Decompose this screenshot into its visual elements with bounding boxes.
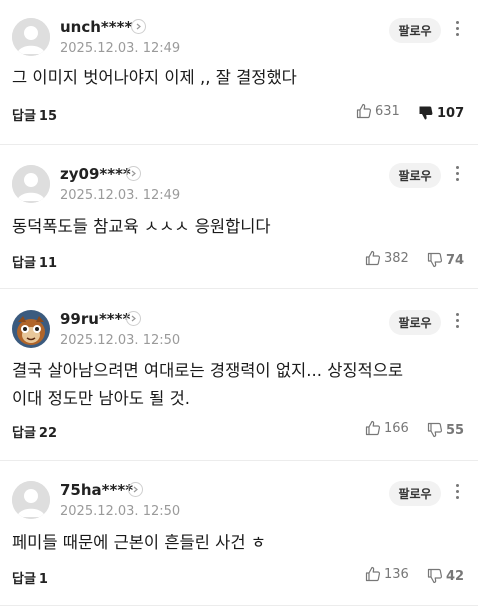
reply-button[interactable]: 답글 22 xyxy=(12,422,57,441)
comment-text: 그 이미지 벗어나야지 이제 ,, 잘 결정했다 xyxy=(12,68,297,87)
profile-chevron-icon[interactable] xyxy=(131,19,146,34)
dislike-count: 107 xyxy=(437,105,465,121)
like-button[interactable]: 166 xyxy=(365,420,409,436)
dislike-button[interactable]: 107 xyxy=(418,105,464,121)
like-button[interactable]: 382 xyxy=(365,250,409,266)
avatar[interactable] xyxy=(12,165,50,203)
dislike-button[interactable]: 55 xyxy=(427,422,464,438)
comment-text-line: 결국 살아남으려면 여대로는 경쟁력이 없지... 상징적으로 xyxy=(12,361,404,380)
more-options-icon[interactable] xyxy=(452,21,462,41)
thumbs-up-icon xyxy=(365,420,381,436)
avatar[interactable] xyxy=(12,481,50,519)
comment-text-line: 이대 정도만 남아도 될 것. xyxy=(12,389,191,408)
timestamp: 2025.12.03. 12:50 xyxy=(60,504,181,519)
reply-button[interactable]: 답글 1 xyxy=(12,568,48,587)
follow-button[interactable]: 팔로우 xyxy=(389,310,441,335)
dislike-button[interactable]: 42 xyxy=(427,568,464,584)
default-avatar-icon xyxy=(12,481,50,519)
dislike-count: 42 xyxy=(446,568,465,584)
more-options-icon[interactable] xyxy=(452,166,462,186)
username[interactable]: 75ha**** xyxy=(60,481,133,499)
comment-text: 결국 살아남으려면 여대로는 경쟁력이 없지... 상징적으로 이대 정도만 남… xyxy=(12,357,460,413)
follow-button[interactable]: 팔로우 xyxy=(389,18,441,43)
timestamp: 2025.12.03. 12:50 xyxy=(60,333,181,348)
username[interactable]: zy09**** xyxy=(60,165,131,183)
default-avatar-icon xyxy=(12,18,50,56)
thumbs-up-icon xyxy=(356,103,372,119)
reply-label: 답글 xyxy=(12,109,36,124)
like-count: 382 xyxy=(384,250,409,266)
reply-count: 11 xyxy=(38,256,58,271)
thumbs-up-icon xyxy=(365,566,381,582)
timestamp: 2025.12.03. 12:49 xyxy=(60,188,181,203)
profile-chevron-icon[interactable] xyxy=(126,166,141,181)
username[interactable]: unch**** xyxy=(60,18,132,36)
dislike-count: 55 xyxy=(446,422,465,438)
reply-label: 답글 xyxy=(12,572,36,587)
like-count: 136 xyxy=(384,566,409,582)
comment-item: 99ru**** 2025.12.03. 12:50 팔로우 결국 살아남으려면… xyxy=(0,289,478,461)
profile-chevron-icon[interactable] xyxy=(128,482,143,497)
profile-chevron-icon[interactable] xyxy=(126,311,141,326)
like-button[interactable]: 631 xyxy=(356,103,400,119)
timestamp: 2025.12.03. 12:49 xyxy=(60,41,181,56)
avatar[interactable] xyxy=(12,18,50,56)
thumbs-down-icon xyxy=(427,568,443,584)
comment-item: zy09**** 2025.12.03. 12:49 팔로우 동덕폭도들 참교육… xyxy=(0,145,478,289)
thumbs-up-icon xyxy=(365,250,381,266)
thumbs-down-icon xyxy=(419,106,433,120)
reply-button[interactable]: 답글 11 xyxy=(12,252,57,271)
reply-count: 15 xyxy=(38,109,58,124)
reply-label: 답글 xyxy=(12,256,36,271)
username[interactable]: 99ru**** xyxy=(60,310,130,328)
reply-button[interactable]: 답글 15 xyxy=(12,105,57,124)
comment-text: 페미들 때문에 근본이 흔들린 사건 ㅎ xyxy=(12,533,266,552)
thumbs-down-icon xyxy=(427,422,443,438)
dislike-button[interactable]: 74 xyxy=(427,252,464,268)
thumbs-down-icon xyxy=(427,252,443,268)
reply-label: 답글 xyxy=(12,426,36,441)
like-count: 631 xyxy=(375,103,400,119)
follow-button[interactable]: 팔로우 xyxy=(389,481,441,506)
reply-count: 22 xyxy=(38,426,58,441)
like-count: 166 xyxy=(384,420,409,436)
comment-item: unch**** 2025.12.03. 12:49 팔로우 그 이미지 벗어나… xyxy=(0,0,478,145)
follow-button[interactable]: 팔로우 xyxy=(389,163,441,188)
like-button[interactable]: 136 xyxy=(365,566,409,582)
comment-item: 75ha**** 2025.12.03. 12:50 팔로우 페미들 때문에 근… xyxy=(0,461,478,606)
more-options-icon[interactable] xyxy=(452,484,462,504)
reply-count: 1 xyxy=(38,572,48,587)
comment-text: 동덕폭도들 참교육 ㅅㅅㅅ 응원합니다 xyxy=(12,217,271,236)
more-options-icon[interactable] xyxy=(452,313,462,333)
default-avatar-icon xyxy=(12,165,50,203)
dislike-count: 74 xyxy=(446,252,465,268)
character-avatar-image xyxy=(12,310,50,348)
avatar[interactable] xyxy=(12,310,50,348)
